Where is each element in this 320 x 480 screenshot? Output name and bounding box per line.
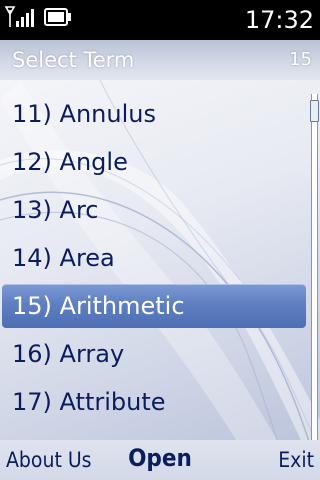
exit-button[interactable]: Exit xyxy=(278,446,314,474)
status-bar: 17:32 xyxy=(0,0,320,40)
screen: 17:32 Select Term 15 11) Annulus 12) Ang… xyxy=(0,0,320,480)
title-bar: Select Term 15 xyxy=(0,40,320,80)
list-item[interactable]: 16) Array xyxy=(2,332,306,376)
signal-antenna-icon xyxy=(4,6,34,27)
open-button[interactable]: Open xyxy=(0,444,320,472)
item-count: 15 xyxy=(289,49,312,70)
list-item[interactable]: 12) Angle xyxy=(2,140,306,184)
list-item[interactable]: 11) Annulus xyxy=(2,92,306,136)
battery-icon xyxy=(44,8,71,26)
list-item[interactable]: 17) Attribute xyxy=(2,380,306,424)
scrollbar-thumb[interactable] xyxy=(310,100,319,122)
list-item-selected[interactable]: 15) Arithmetic xyxy=(2,284,306,328)
page-title: Select Term xyxy=(12,48,135,72)
softkey-bar: About Us Open Exit xyxy=(0,440,320,480)
clock: 17:32 xyxy=(244,6,314,34)
list-item[interactable]: 13) Arc xyxy=(2,188,306,232)
scrollbar-track[interactable] xyxy=(311,94,318,440)
list-item[interactable]: 14) Area xyxy=(2,236,306,280)
